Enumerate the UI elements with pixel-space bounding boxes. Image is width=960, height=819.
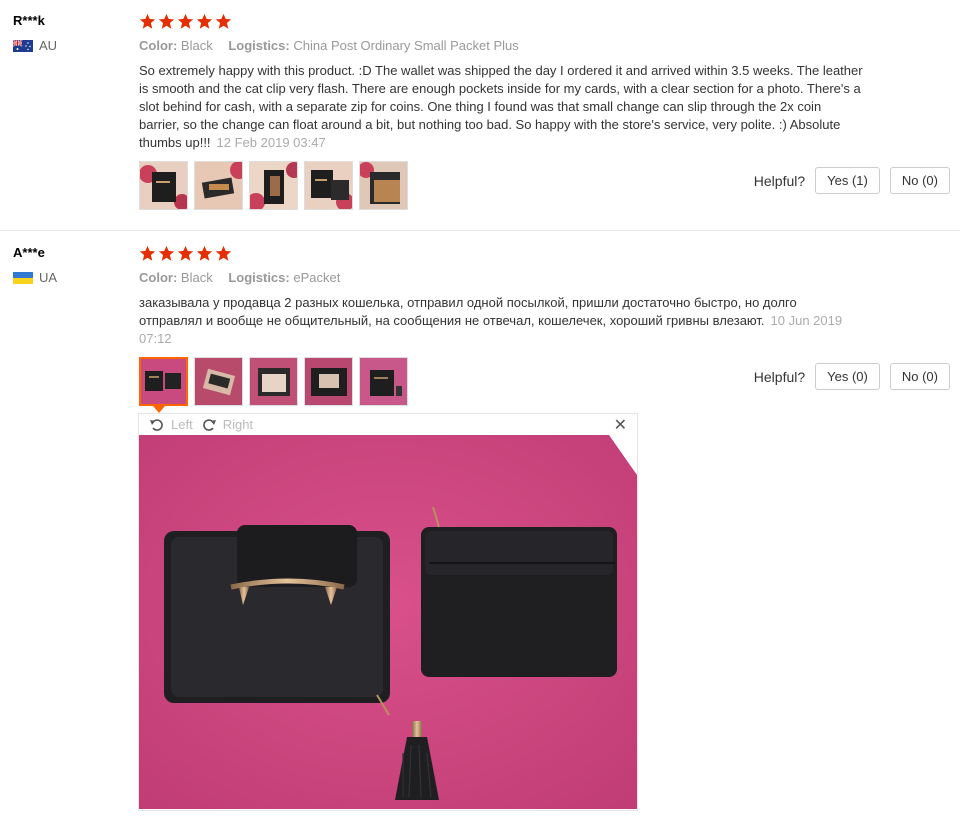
review-text: заказывала у продавца 2 разных кошелька,…: [139, 294, 859, 348]
selected-thumb-pointer: [153, 406, 165, 413]
star-icon: [215, 245, 232, 261]
logistics-value: China Post Ordinary Small Packet Plus: [293, 38, 519, 53]
enlarged-review-photo: [139, 435, 637, 809]
review-photo-thumb[interactable]: [359, 357, 408, 406]
close-icon[interactable]: ✕: [614, 415, 627, 435]
star-icon: [177, 245, 194, 261]
rotate-left-button[interactable]: Left: [149, 417, 193, 433]
logistics-label: Logistics:: [228, 270, 290, 285]
color-label: Color:: [139, 270, 178, 285]
photo-viewer: Left Right ✕: [138, 413, 638, 811]
helpful-yes-button[interactable]: Yes (1): [815, 167, 880, 194]
review-photo-thumb[interactable]: [194, 161, 243, 210]
rotate-right-icon: [202, 418, 216, 431]
review-date: 12 Feb 2019 03:47: [216, 135, 326, 150]
country-code: UA: [39, 270, 58, 285]
helpful-label: Helpful?: [753, 368, 806, 385]
australia-flag-icon: [13, 39, 33, 52]
review-photo-thumb[interactable]: [139, 161, 188, 210]
review-item: R***k AU Color: Black Logistics: China P…: [0, 0, 960, 231]
helpful-yes-button[interactable]: Yes (0): [815, 363, 880, 390]
star-icon: [196, 245, 213, 261]
review-photo-thumb[interactable]: [249, 161, 298, 210]
review-photo-thumb[interactable]: [359, 161, 408, 210]
star-icon: [139, 245, 156, 261]
review-photo-thumb[interactable]: [194, 357, 243, 406]
rotate-right-button[interactable]: Right: [201, 417, 253, 433]
reviewer-country: AU: [13, 38, 57, 53]
star-icon: [158, 13, 175, 29]
color-label: Color:: [139, 38, 178, 53]
color-value: Black: [180, 38, 213, 53]
helpful-no-button[interactable]: No (0): [889, 363, 950, 390]
helpful-label: Helpful?: [753, 172, 806, 189]
star-icon: [215, 13, 232, 29]
rotate-right-label: Right: [222, 417, 254, 432]
country-code: AU: [39, 38, 58, 53]
ukraine-flag-icon: [13, 271, 33, 284]
star-icon: [177, 13, 194, 29]
star-rating: [139, 245, 232, 262]
order-info: Color: Black Logistics: China Post Ordin…: [139, 38, 531, 53]
review-photos: [139, 357, 408, 406]
reviewer-name: R***k: [13, 13, 45, 28]
star-icon: [158, 245, 175, 261]
review-photo-thumb[interactable]: [304, 357, 353, 406]
review-photo-thumb[interactable]: [249, 357, 298, 406]
reviewer-name: A***e: [13, 245, 45, 260]
review-body: заказывала у продавца 2 разных кошелька,…: [139, 295, 797, 328]
review-text: So extremely happy with this product. :D…: [139, 62, 864, 152]
star-rating: [139, 13, 232, 30]
logistics-value: ePacket: [293, 270, 341, 285]
star-icon: [196, 13, 213, 29]
review-photo-thumb[interactable]: [304, 161, 353, 210]
rotate-left-label: Left: [171, 417, 193, 432]
star-icon: [139, 13, 156, 29]
reviewer-country: UA: [13, 270, 57, 285]
rotate-left-icon: [150, 418, 163, 431]
review-item: A***e UA Color: Black Logistics: ePacket…: [0, 232, 960, 819]
color-value: Black: [180, 270, 213, 285]
photo-viewer-toolbar: Left Right ✕: [139, 414, 637, 435]
review-photos: [139, 161, 408, 210]
order-info: Color: Black Logistics: ePacket: [139, 270, 352, 285]
helpful-no-button[interactable]: No (0): [889, 167, 950, 194]
logistics-label: Logistics:: [228, 38, 290, 53]
review-photo-thumb-selected[interactable]: [139, 357, 188, 406]
helpful-votes: Helpful? Yes (0) No (0): [754, 363, 950, 390]
helpful-votes: Helpful? Yes (1) No (0): [754, 167, 950, 194]
